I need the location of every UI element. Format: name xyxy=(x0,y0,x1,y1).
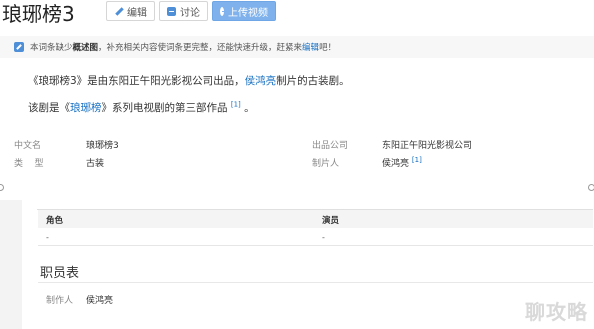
section-divider xyxy=(38,282,593,283)
type-value: 古装 xyxy=(86,159,105,169)
chinese-name-label: 中文名 xyxy=(14,141,42,151)
summary-text: 《琅琊榜3》是由东阳正午阳光影视公司出品， xyxy=(28,75,245,87)
staff-producer-value: 侯鸿亮 xyxy=(86,296,114,306)
discuss-label: 讨论 xyxy=(180,7,200,19)
discussion-icon xyxy=(167,6,176,16)
summary-text: 制片的古装剧。 xyxy=(276,75,350,87)
staff-producer-label: 制作人 xyxy=(46,296,74,306)
cast-table-header xyxy=(38,210,593,228)
notice-edit-link[interactable]: 编辑 xyxy=(302,41,319,53)
resize-handle[interactable] xyxy=(588,184,594,191)
notice-bold: 概述图 xyxy=(72,43,99,53)
pencil-icon xyxy=(114,7,123,16)
edit-button[interactable]: 编辑 xyxy=(106,1,155,21)
reference-1[interactable]: [1] xyxy=(412,156,422,164)
producer-label: 制片人 xyxy=(312,159,340,169)
table-divider xyxy=(38,245,593,246)
summary-text: 该剧是《 xyxy=(28,102,70,114)
cast-col-actor: 演员 xyxy=(322,216,340,226)
producer-value-link[interactable]: 侯鸿亮 xyxy=(382,159,409,169)
summary-line-2: 该剧是《琅琊榜》系列电视剧的第三部作品 [1] 。 xyxy=(28,100,255,115)
chinese-name-value: 琅琊榜3 xyxy=(86,141,119,151)
left-panel xyxy=(0,200,22,329)
company-label: 出品公司 xyxy=(312,141,349,151)
cast-row-actor: - xyxy=(322,233,325,242)
summary-text: 。 xyxy=(244,102,255,114)
edit-label: 编辑 xyxy=(127,7,147,19)
reference-1[interactable]: [1] xyxy=(231,101,241,109)
cast-row-role: - xyxy=(46,233,49,242)
page-title: 琅琊榜3 xyxy=(2,2,75,26)
upload-video-button[interactable]: 上传视频 xyxy=(212,1,276,21)
summary-text: 》系列电视剧的第三部作品 xyxy=(101,102,228,114)
cast-col-role: 角色 xyxy=(46,216,64,226)
notice-text-middle: ，补充相关内容使词条更完整，还能快速升级，赶紧来 xyxy=(98,43,303,53)
notice-text-after: 吧！ xyxy=(319,43,337,53)
discuss-button[interactable]: 讨论 xyxy=(159,1,208,21)
series-link[interactable]: 琅琊榜 xyxy=(70,102,102,114)
notice-text-before: 本词条缺少 xyxy=(30,43,73,53)
staff-section-title: 职员表 xyxy=(40,266,80,281)
notice-bar: 本词条缺少 概述图 ，补充相关内容使词条更完整，还能快速升级，赶紧来 编辑 吧！ xyxy=(0,36,594,58)
type-label: 类 型 xyxy=(14,159,44,169)
upload-label: 上传视频 xyxy=(228,7,268,19)
watermark: 聊攻略 xyxy=(525,300,588,324)
producer-value: 侯鸿亮 [1] xyxy=(382,156,422,169)
summary-line-1: 《琅琊榜3》是由东阳正午阳光影视公司出品，侯鸿亮制片的古装剧。 xyxy=(28,73,350,88)
plus-circle-icon xyxy=(220,6,227,16)
resize-handle[interactable] xyxy=(0,184,4,191)
edit-notice-icon xyxy=(14,42,24,52)
company-value: 东阳正午阳光影视公司 xyxy=(382,141,473,151)
producer-link[interactable]: 侯鸿亮 xyxy=(245,75,277,87)
